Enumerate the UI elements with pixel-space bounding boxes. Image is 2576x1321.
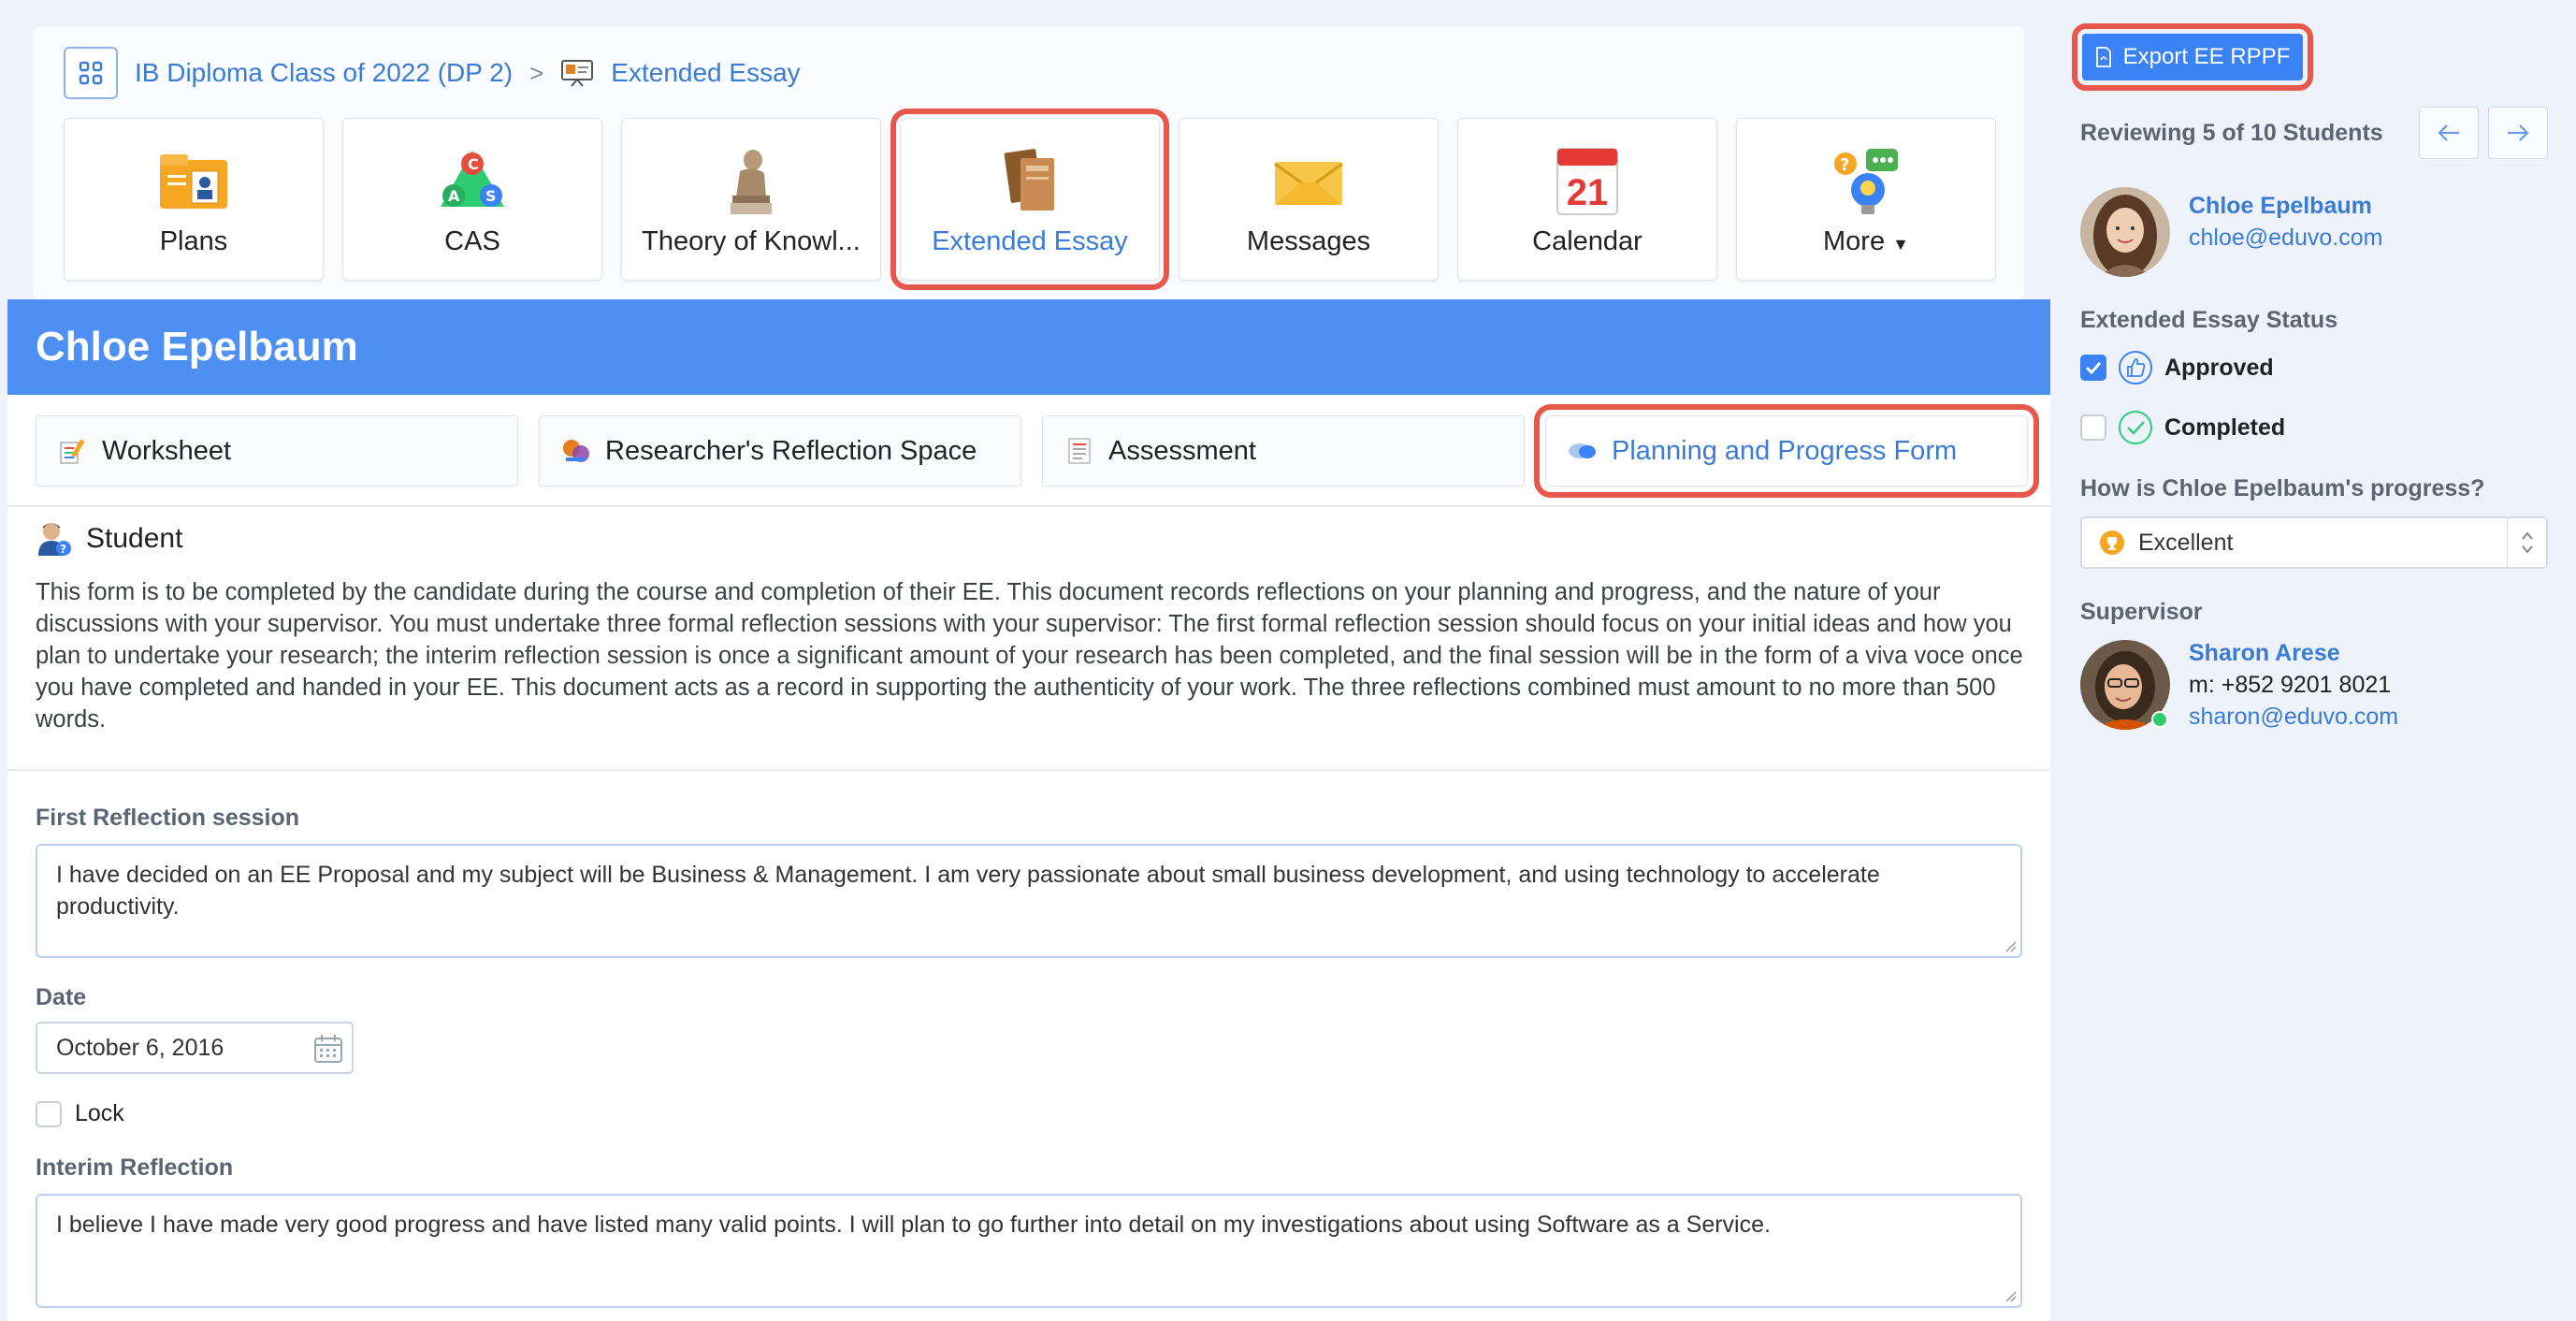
svg-text:A: A <box>448 187 460 205</box>
student-name-heading: Chloe Epelbaum <box>36 324 358 370</box>
checkmark-icon <box>2085 361 2102 374</box>
main-panel: Chloe Epelbaum Worksheet Researcher's Re… <box>7 299 2050 1321</box>
tab-researchers-reflection-space[interactable]: Researcher's Reflection Space <box>539 415 1021 486</box>
tile-label: Theory of Knowl... <box>642 226 861 256</box>
presentation-icon <box>561 60 594 87</box>
form-description: This form is to be completed by the cand… <box>36 579 2023 733</box>
chevron-up-down-icon <box>2521 531 2533 554</box>
review-sidebar: Export EE RPPF Reviewing 5 of 10 Student… <box>2054 0 2576 1321</box>
worksheet-icon <box>60 439 85 464</box>
arrow-right-icon <box>2508 124 2529 141</box>
supervisor-name-link[interactable]: Sharon Arese <box>2189 640 2340 667</box>
previous-student-button[interactable] <box>2419 107 2479 159</box>
tab-planning-and-progress-form[interactable]: Planning and Progress Form <box>1534 404 2039 498</box>
student-avatar <box>2080 187 2170 277</box>
tile-calendar[interactable]: 21 Calendar <box>1457 118 1717 281</box>
resize-handle-icon[interactable] <box>2004 939 2017 952</box>
tile-label: Messages <box>1246 226 1371 256</box>
tile-label: Calendar <box>1532 226 1643 256</box>
online-status-indicator <box>2151 711 2168 728</box>
tile-plans[interactable]: Plans <box>64 118 324 281</box>
tile-label: Extended Essay <box>932 226 1128 256</box>
svg-text:S: S <box>485 187 497 205</box>
tile-cas[interactable]: CAS CAS <box>342 118 602 281</box>
reflection-icon <box>563 440 589 462</box>
svg-text:?: ? <box>1840 155 1849 175</box>
supervisor-phone: m: +852 9201 8021 <box>2189 672 2392 698</box>
divider <box>7 505 2050 507</box>
assessment-icon <box>1068 438 1091 464</box>
trophy-icon <box>2100 530 2124 555</box>
next-student-button[interactable] <box>2488 107 2548 159</box>
cas-icon: CA S <box>441 151 504 207</box>
thinker-icon <box>731 150 772 214</box>
date-field[interactable]: October 6, 2016 <box>36 1022 354 1074</box>
student-banner: Chloe Epelbaum <box>7 299 2050 395</box>
approved-label: Approved <box>2164 354 2274 381</box>
app-tiles: Plans CAS CAS Theory of Knowl... Extende… <box>64 109 1996 290</box>
calendar-icon: 21 <box>1556 148 1618 215</box>
check-circle-icon <box>2119 411 2152 444</box>
svg-text:C: C <box>468 155 479 173</box>
lock-label: Lock <box>75 1100 124 1126</box>
tab-worksheet[interactable]: Worksheet <box>36 415 518 486</box>
tile-label-more: More ▼ <box>1823 226 1909 256</box>
completed-row: Completed <box>2080 410 2285 445</box>
progress-select[interactable]: Excellent <box>2080 516 2548 569</box>
first-reflection-textarea[interactable]: I have decided on an EE Proposal and my … <box>36 844 2022 958</box>
tile-label: CAS <box>444 226 500 256</box>
pdf-file-icon <box>2095 47 2111 67</box>
divider <box>7 769 2050 771</box>
breadcrumb: IB Diploma Class of 2022 (DP 2) > Extend… <box>64 47 801 99</box>
subtabs: Worksheet Researcher's Reflection Space … <box>36 404 2039 498</box>
resize-handle-icon[interactable] <box>2004 1289 2017 1302</box>
approved-row: Approved <box>2080 350 2274 385</box>
date-label: Date <box>36 984 87 1010</box>
svg-text:?: ? <box>60 543 66 556</box>
select-arrows[interactable] <box>2507 518 2546 567</box>
tile-label: Plans <box>159 226 228 256</box>
reviewing-count: Reviewing 5 of 10 Students <box>2080 120 2383 146</box>
completed-checkbox[interactable] <box>2080 414 2106 441</box>
interim-reflection-label: Interim Reflection <box>36 1154 234 1181</box>
breadcrumb-separator: > <box>529 58 544 87</box>
export-ee-rppf-button[interactable]: Export EE RPPF <box>2072 23 2313 91</box>
tile-theory-of-knowledge[interactable]: Theory of Knowl... <box>621 118 881 281</box>
interim-reflection-textarea[interactable]: I believe I have made very good progress… <box>36 1194 2022 1308</box>
caret-down-icon: ▼ <box>1892 235 1909 254</box>
tile-extended-essay[interactable]: Extended Essay <box>890 109 1169 290</box>
calendar-picker-icon[interactable] <box>312 1033 344 1065</box>
essay-status-label: Extended Essay Status <box>2080 307 2338 333</box>
breadcrumb-section-link[interactable]: Extended Essay <box>611 58 800 88</box>
supervisor-email-link[interactable]: sharon@eduvo.com <box>2189 704 2398 731</box>
student-section-heading: ? Student <box>36 520 182 558</box>
first-reflection-label: First Reflection session <box>36 805 300 831</box>
lock-row: Lock <box>36 1100 124 1127</box>
progress-question: How is Chloe Epelbaum's progress? <box>2080 475 2485 501</box>
planning-icon <box>1569 443 1596 458</box>
grid-icon <box>79 61 103 85</box>
supervisor-label: Supervisor <box>2080 599 2203 625</box>
completed-label: Completed <box>2164 414 2286 441</box>
books-icon <box>1004 149 1054 210</box>
breadcrumb-class-link[interactable]: IB Diploma Class of 2022 (DP 2) <box>135 58 513 88</box>
app-grid-button[interactable] <box>64 47 118 99</box>
envelope-icon <box>1274 162 1343 205</box>
more-icon: ? <box>1834 149 1898 214</box>
student-name-link[interactable]: Chloe Epelbaum <box>2189 193 2372 220</box>
thumbs-up-icon <box>2119 351 2152 385</box>
arrow-left-icon <box>2438 124 2459 141</box>
approved-checkbox[interactable] <box>2080 355 2106 381</box>
tile-more[interactable]: ? More ▼ <box>1736 118 1996 281</box>
tile-messages[interactable]: Messages <box>1179 118 1439 281</box>
plans-icon <box>160 154 227 209</box>
top-navigation-card: IB Diploma Class of 2022 (DP 2) > Extend… <box>34 26 2024 299</box>
calendar-day-number: 21 <box>1567 172 1609 213</box>
student-icon: ? <box>38 523 71 556</box>
tab-assessment[interactable]: Assessment <box>1042 415 1525 486</box>
lock-checkbox[interactable] <box>36 1100 62 1127</box>
student-email-link[interactable]: chloe@eduvo.com <box>2189 225 2382 252</box>
